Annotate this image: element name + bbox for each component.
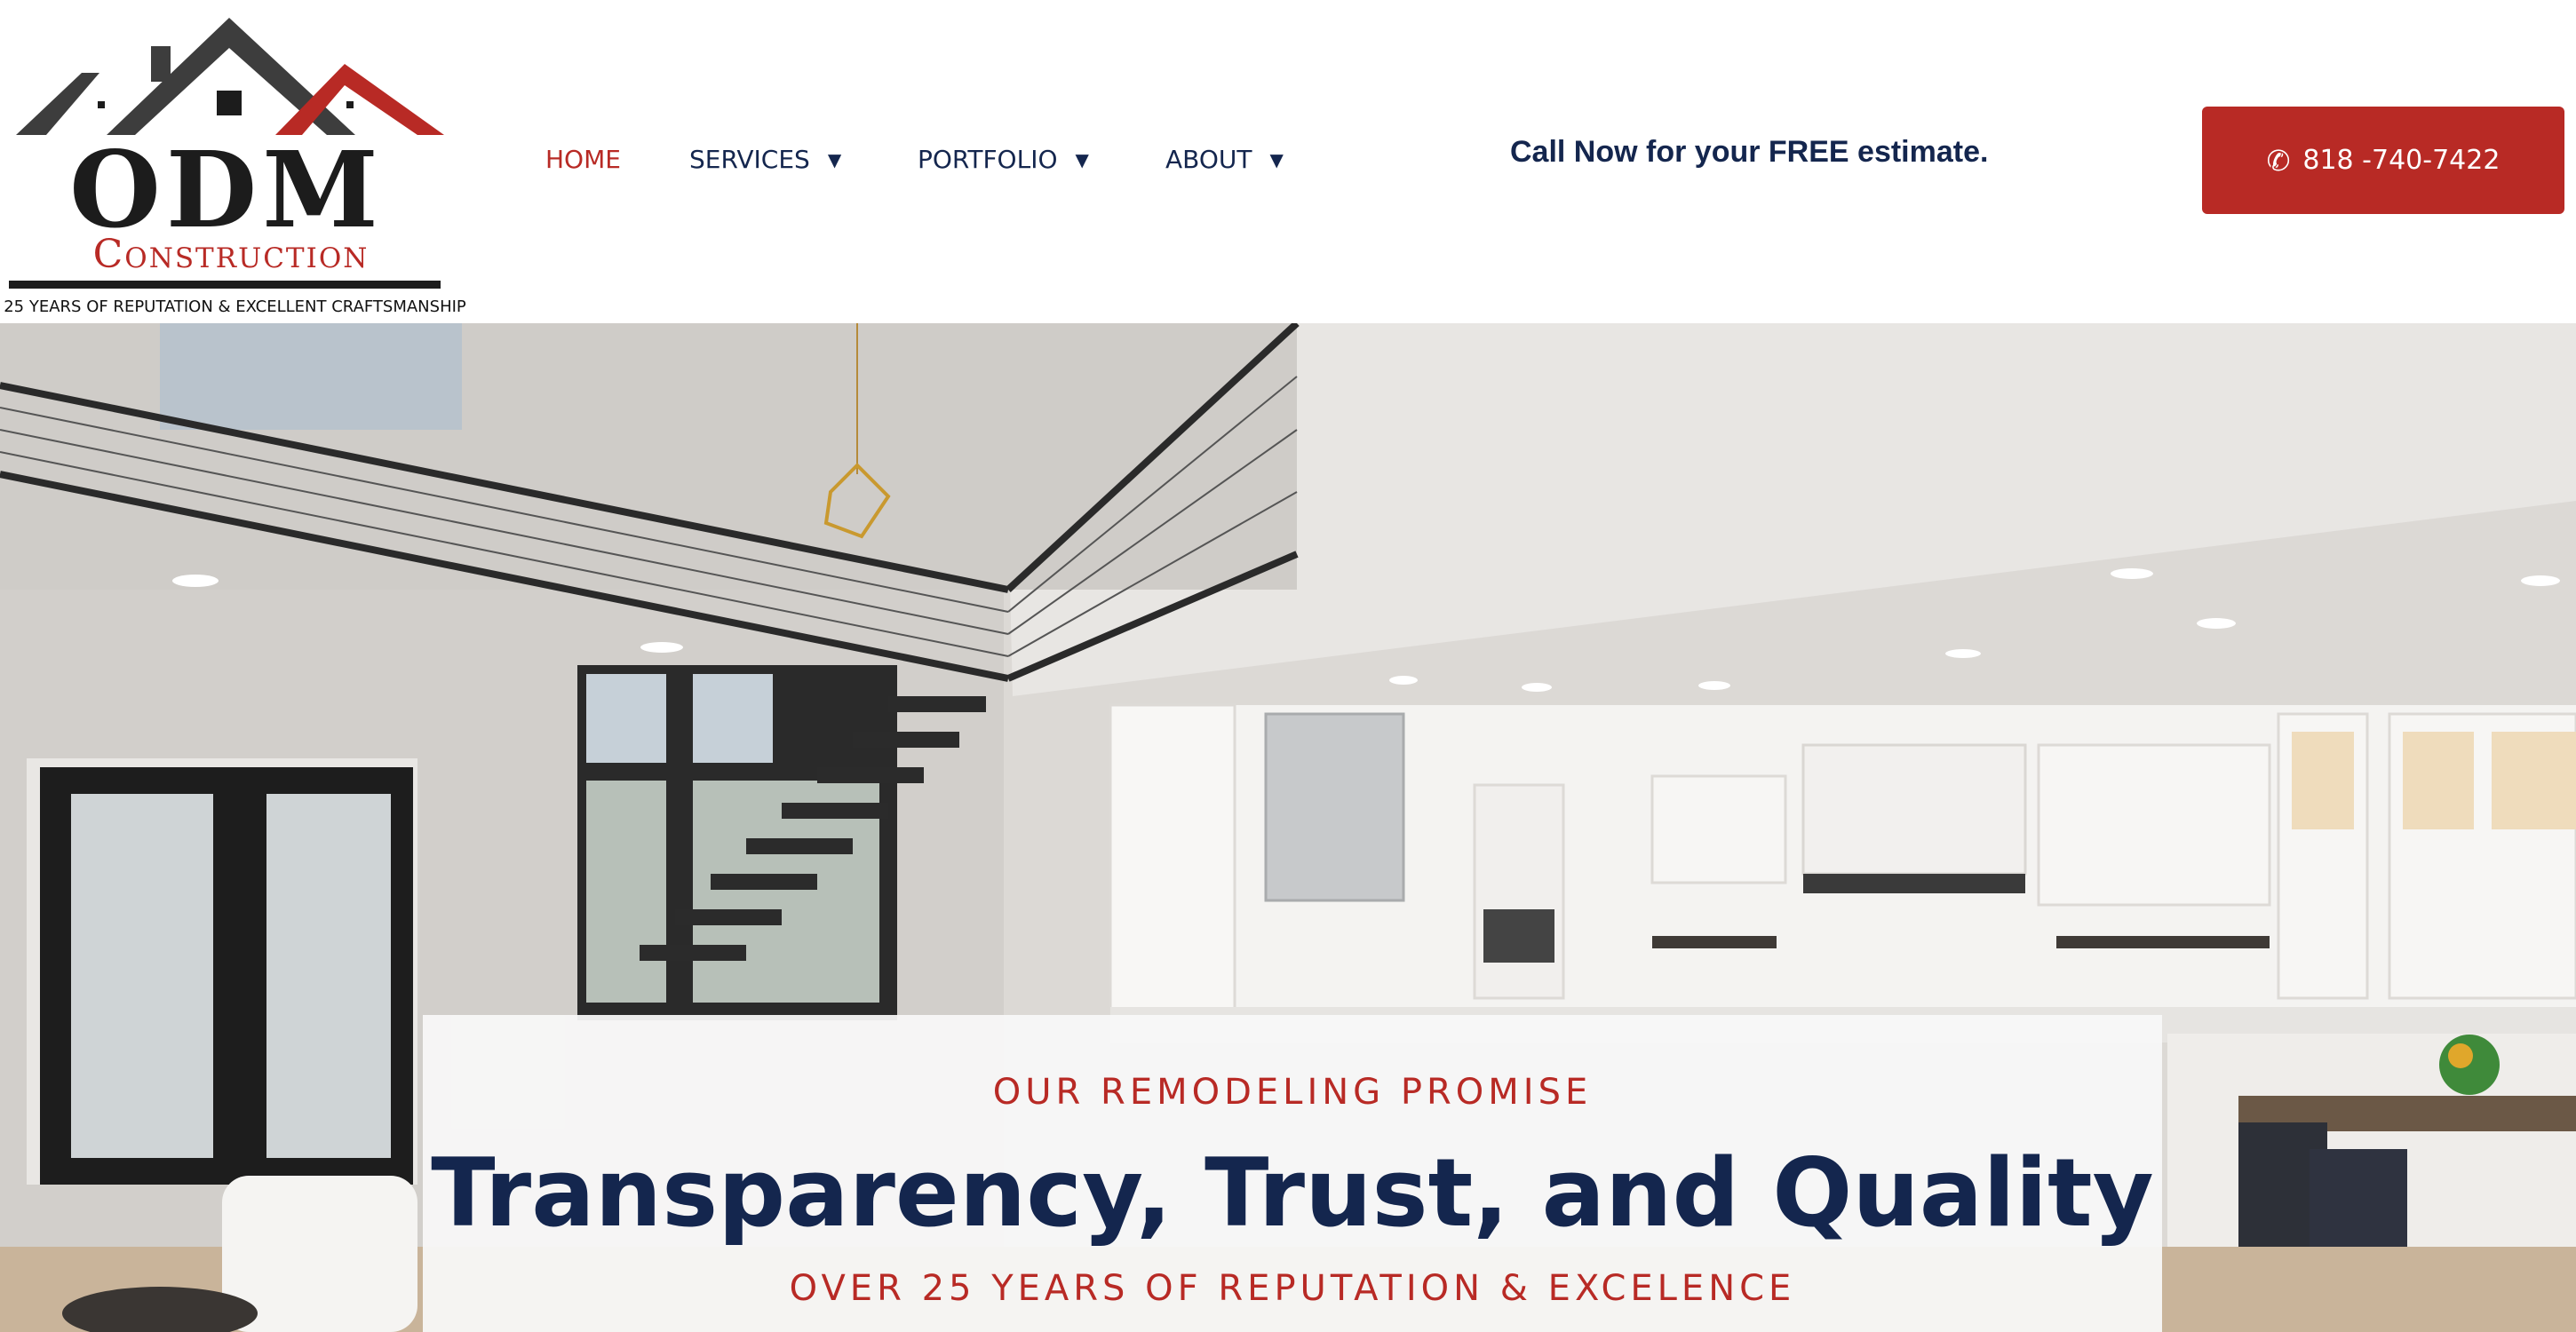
nav-item-label: HOME xyxy=(545,145,621,174)
logo[interactable]: ODM Construction R 25 YEARS OF REPUTATIO… xyxy=(0,9,497,316)
caret-down-icon: ▼ xyxy=(1075,149,1089,170)
logo-wordmark: ODM xyxy=(69,128,384,251)
caret-down-icon: ▼ xyxy=(1269,149,1284,170)
nav-item-services[interactable]: SERVICES ▼ xyxy=(689,142,841,178)
nav-item-label: SERVICES xyxy=(689,145,810,174)
nav-item-portfolio[interactable]: PORTFOLIO ▼ xyxy=(918,142,1089,178)
promise-card: OUR REMODELING PROMISE Transparency, Tru… xyxy=(423,1015,2162,1332)
promise-subtitle: OVER 25 YEARS OF REPUTATION & EXCELENCE xyxy=(789,1268,1796,1309)
logo-divider xyxy=(9,281,441,289)
phone-icon: ✆ xyxy=(2266,143,2291,178)
call-phone-button[interactable]: ✆ 818 -740-7422 xyxy=(2202,107,2564,214)
nav-item-label: ABOUT xyxy=(1165,145,1252,174)
nav-item-about[interactable]: ABOUT ▼ xyxy=(1165,142,1284,178)
nav-item-label: PORTFOLIO xyxy=(918,145,1058,174)
promise-kicker: OUR REMODELING PROMISE xyxy=(992,1072,1593,1113)
site-header: ODM Construction R 25 YEARS OF REPUTATIO… xyxy=(0,0,2576,323)
phone-number-label: 818 -740-7422 xyxy=(2302,145,2500,176)
estimate-callout: Call Now for your FREE estimate. xyxy=(1510,135,1989,169)
logo-tagline: R 25 YEARS OF REPUTATION & EXCELLENT CRA… xyxy=(0,297,466,316)
caret-down-icon: ▼ xyxy=(827,149,842,170)
nav-item-home[interactable]: HOME xyxy=(545,142,621,178)
logo-subword: Construction xyxy=(92,232,370,277)
promise-title: Transparency, Trust, and Quality xyxy=(431,1138,2154,1248)
